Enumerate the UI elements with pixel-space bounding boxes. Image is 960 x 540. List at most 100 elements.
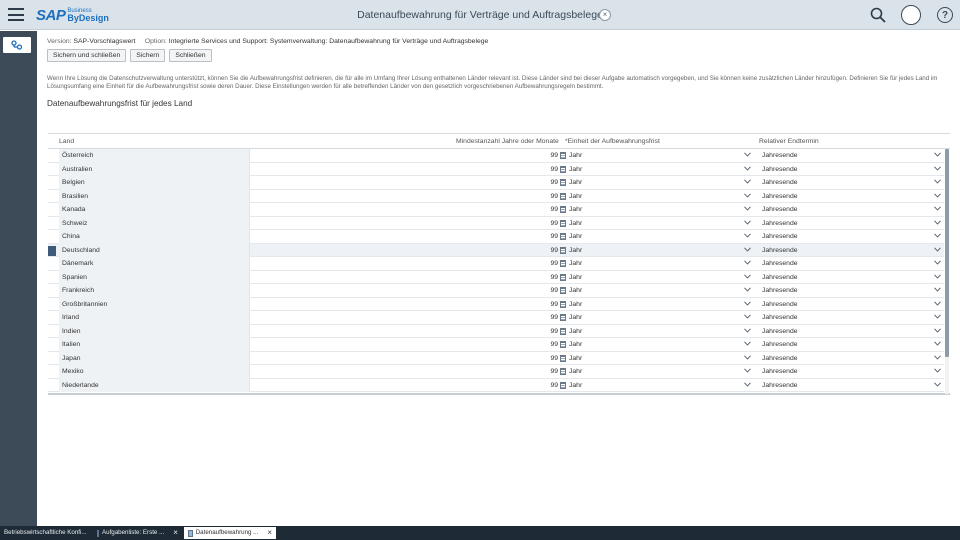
end-date-dropdown[interactable]: Jahresende — [762, 203, 944, 217]
unit-dropdown[interactable]: Jahr — [569, 298, 755, 312]
value-help-icon[interactable] — [560, 192, 566, 200]
end-date-dropdown[interactable]: Jahresende — [762, 230, 944, 244]
table-row[interactable]: Belgien 99 Jahr Jahresende — [48, 176, 944, 190]
table-row[interactable]: Indien 99 Jahr Jahresende — [48, 324, 944, 339]
cell-min-duration[interactable]: 99 — [251, 244, 567, 258]
row-selector[interactable] — [48, 192, 56, 202]
chevron-down-icon[interactable] — [934, 165, 941, 172]
unit-dropdown[interactable]: Jahr — [569, 365, 755, 379]
row-selector[interactable] — [48, 205, 56, 215]
table-row[interactable]: Österreich 99 Jahr Jahresende — [48, 149, 944, 163]
unit-dropdown[interactable]: Jahr — [569, 325, 755, 339]
value-help-icon[interactable] — [560, 233, 566, 241]
row-selector[interactable] — [48, 367, 56, 377]
chevron-down-icon[interactable] — [744, 273, 751, 280]
table-row[interactable]: Frankreich 99 Jahr Jahresende — [48, 284, 944, 298]
cell-min-duration[interactable]: 99 — [251, 325, 567, 339]
table-row[interactable]: Schweiz 99 Jahr Jahresende — [48, 216, 944, 231]
chevron-down-icon[interactable] — [744, 165, 751, 172]
unit-dropdown[interactable]: Jahr — [569, 271, 755, 285]
unit-dropdown[interactable]: Jahr — [569, 176, 755, 190]
chevron-down-icon[interactable] — [744, 341, 751, 347]
work-center-icon[interactable] — [3, 37, 31, 53]
unit-dropdown[interactable]: Jahr — [569, 379, 755, 393]
table-row[interactable]: Irland 99 Jahr Jahresende — [48, 311, 944, 325]
column-header-land[interactable]: Land — [59, 138, 74, 145]
cell-min-duration[interactable]: 99 — [251, 311, 567, 325]
value-help-icon[interactable] — [560, 246, 566, 254]
value-help-icon[interactable] — [560, 381, 566, 389]
cell-min-duration[interactable]: 99 — [251, 163, 567, 177]
chevron-down-icon[interactable] — [934, 179, 941, 185]
end-date-dropdown[interactable]: Jahresende — [762, 271, 944, 285]
close-icon[interactable]: × — [599, 9, 611, 21]
chevron-down-icon[interactable] — [934, 219, 941, 226]
close-icon[interactable]: × — [267, 529, 272, 537]
cell-min-duration[interactable]: 99 — [251, 379, 567, 393]
value-help-icon[interactable] — [560, 152, 566, 160]
chevron-down-icon[interactable] — [934, 300, 941, 307]
chevron-down-icon[interactable] — [934, 206, 941, 212]
row-selector[interactable] — [48, 151, 56, 161]
row-selector[interactable] — [48, 327, 56, 337]
table-scrollbar[interactable] — [945, 149, 949, 394]
taskbar-item[interactable]: Datenaufbewahrung ... × — [184, 527, 276, 539]
end-date-dropdown[interactable]: Jahresende — [762, 244, 944, 258]
taskbar-item[interactable]: Aufgabenliste: Erste ... × — [93, 527, 181, 539]
value-help-icon[interactable] — [560, 179, 566, 187]
end-date-dropdown[interactable]: Jahresende — [762, 379, 944, 393]
end-date-dropdown[interactable]: Jahresende — [762, 298, 944, 312]
table-row[interactable]: Kanada 99 Jahr Jahresende — [48, 203, 944, 217]
cell-min-duration[interactable]: 99 — [251, 257, 567, 271]
value-help-icon[interactable] — [560, 165, 566, 173]
unit-dropdown[interactable]: Jahr — [569, 284, 755, 298]
end-date-dropdown[interactable]: Jahresende — [762, 352, 944, 366]
chevron-down-icon[interactable] — [744, 300, 751, 307]
chevron-down-icon[interactable] — [934, 246, 941, 253]
table-row[interactable]: Großbritannien 99 Jahr Jahresende — [48, 297, 944, 312]
chevron-down-icon[interactable] — [744, 246, 751, 253]
cell-min-duration[interactable]: 99 — [251, 176, 567, 190]
row-selector[interactable] — [48, 273, 56, 283]
end-date-dropdown[interactable]: Jahresende — [762, 365, 944, 379]
chevron-down-icon[interactable] — [934, 314, 941, 320]
table-row[interactable]: Dänemark 99 Jahr Jahresende — [48, 257, 944, 271]
value-help-icon[interactable] — [560, 273, 566, 281]
unit-dropdown[interactable]: Jahr — [569, 217, 755, 231]
row-selector[interactable] — [48, 219, 56, 229]
value-help-icon[interactable] — [560, 327, 566, 335]
row-selector[interactable] — [48, 313, 56, 323]
table-row[interactable]: China 99 Jahr Jahresende — [48, 230, 944, 244]
row-selector[interactable] — [48, 286, 56, 296]
end-date-dropdown[interactable]: Jahresende — [762, 257, 944, 271]
row-selector[interactable] — [48, 245, 56, 256]
end-date-dropdown[interactable]: Jahresende — [762, 176, 944, 190]
end-date-dropdown[interactable]: Jahresende — [762, 338, 944, 352]
column-header-end[interactable]: Relativer Endtermin — [759, 138, 819, 145]
chevron-down-icon[interactable] — [744, 354, 751, 361]
unit-dropdown[interactable]: Jahr — [569, 163, 755, 177]
search-icon[interactable] — [870, 7, 886, 23]
menu-icon[interactable] — [8, 8, 24, 22]
cell-min-duration[interactable]: 99 — [251, 365, 567, 379]
chevron-down-icon[interactable] — [744, 192, 751, 199]
table-row[interactable]: Mexiko 99 Jahr Jahresende — [48, 365, 944, 379]
table-row[interactable]: Australien 99 Jahr Jahresende — [48, 162, 944, 177]
chevron-down-icon[interactable] — [744, 179, 751, 185]
cell-min-duration[interactable]: 99 — [251, 298, 567, 312]
table-row[interactable]: Deutschland 99 Jahr Jahresende — [48, 243, 944, 258]
end-date-dropdown[interactable]: Jahresende — [762, 325, 944, 339]
taskbar-item[interactable]: Betriebswirtschaftliche Konfi... — [0, 527, 90, 539]
row-selector[interactable] — [48, 340, 56, 350]
chevron-down-icon[interactable] — [744, 314, 751, 320]
close-button[interactable]: Schließen — [169, 49, 212, 62]
value-help-icon[interactable] — [560, 206, 566, 214]
chevron-down-icon[interactable] — [744, 287, 751, 293]
chevron-down-icon[interactable] — [934, 233, 941, 239]
chevron-down-icon[interactable] — [744, 152, 751, 158]
value-help-icon[interactable] — [560, 219, 566, 227]
unit-dropdown[interactable]: Jahr — [569, 338, 755, 352]
end-date-dropdown[interactable]: Jahresende — [762, 284, 944, 298]
chevron-down-icon[interactable] — [934, 287, 941, 293]
cell-min-duration[interactable]: 99 — [251, 352, 567, 366]
